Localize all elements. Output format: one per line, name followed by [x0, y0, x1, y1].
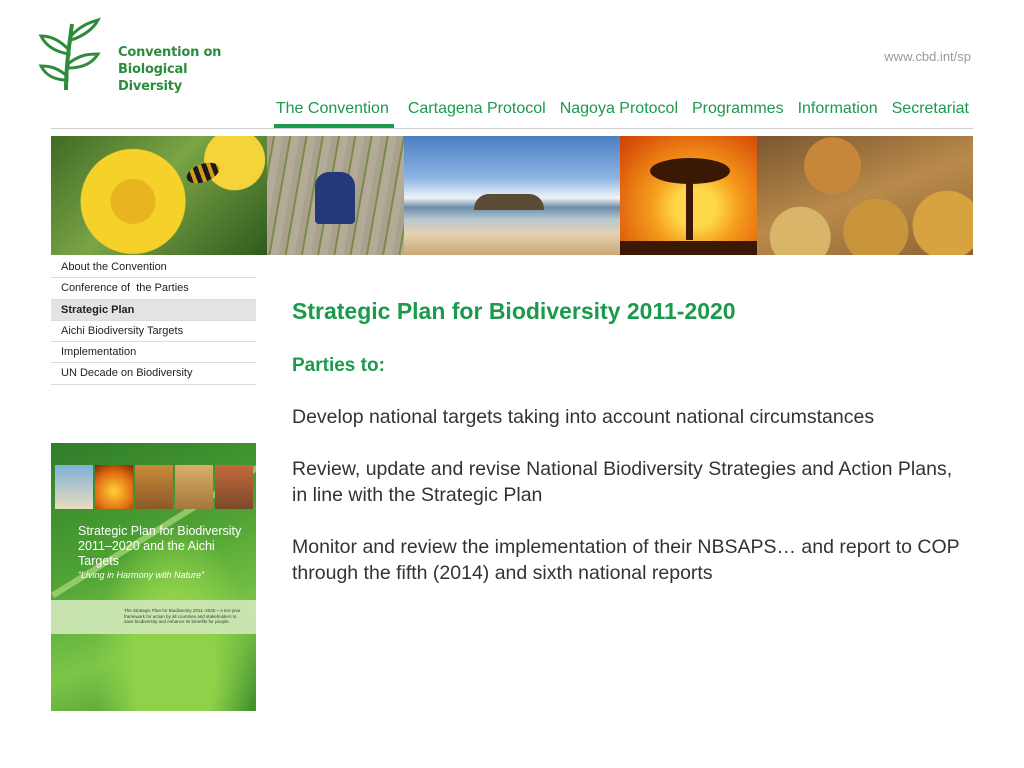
cover-photo-5: [215, 465, 253, 509]
topnav-information[interactable]: Information: [798, 99, 878, 128]
sidebar-item-aichi-biodiversity-targets[interactable]: Aichi Biodiversity Targets: [51, 321, 256, 343]
paragraph-national-targets: Develop national targets taking into acc…: [292, 406, 875, 428]
paragraph-nbsap-review: Review, update and revise National Biodi…: [292, 458, 953, 506]
main-content: Strategic Plan for Biodiversity 2011-202…: [292, 296, 972, 586]
banner-photo-coast: [404, 136, 620, 255]
cover-blurb: The Strategic Plan for Biodiversity 2011…: [124, 608, 241, 624]
cbd-logo[interactable]: Convention on Biological Diversity: [38, 14, 238, 95]
cover-blurb-band: The Strategic Plan for Biodiversity 2011…: [51, 600, 256, 634]
logo-line-2: Biological Diversity: [118, 62, 188, 94]
cover-title: Strategic Plan for Biodiversity 2011–202…: [78, 524, 242, 568]
banner-photo-acacia-sunset: [620, 136, 757, 255]
topnav-programmes[interactable]: Programmes: [692, 99, 784, 128]
tree-trunk: [686, 180, 693, 240]
farmer: [315, 172, 355, 224]
paragraph-monitor-report: Monitor and review the implementation of…: [292, 536, 960, 584]
cover-photo-2: [95, 465, 133, 509]
rock-island: [474, 194, 544, 210]
page-title: Strategic Plan for Biodiversity 2011-202…: [292, 298, 736, 324]
sidebar-item-implementation[interactable]: Implementation: [51, 342, 256, 364]
topnav-secretariat[interactable]: Secretariat: [892, 99, 969, 128]
banner-photo-farmer-field: [267, 136, 404, 255]
topnav-nagoya-protocol[interactable]: Nagoya Protocol: [560, 99, 678, 128]
sidebar-item-strategic-plan[interactable]: Strategic Plan: [51, 299, 256, 321]
cbd-leaf-logo-icon: [38, 17, 101, 91]
banner-photo-strip: [51, 136, 973, 255]
banner-photo-spice-baskets: [757, 136, 973, 255]
topnav-the-convention[interactable]: The Convention: [273, 99, 394, 128]
sidebar-item-about-the-convention[interactable]: About the Convention: [51, 257, 256, 279]
sidebar-item-conference-of-the-parties[interactable]: Conference of the Parties: [51, 278, 256, 300]
cover-photo-1: [55, 465, 93, 509]
top-navigation: The Convention Cartagena Protocol Nagoya…: [51, 99, 973, 129]
section-heading: Parties to:: [292, 355, 385, 376]
banner-photo-flower-bee: [51, 136, 267, 255]
cover-photo-strip: [55, 465, 253, 509]
logo-wordmark: Convention on Biological Diversity: [118, 44, 238, 95]
cover-subtitle: “Living in Harmony with Nature”: [78, 570, 205, 580]
ground: [620, 241, 757, 255]
site-url[interactable]: www.cbd.int/sp: [884, 49, 971, 64]
sidebar-item-un-decade-on-biodiversity[interactable]: UN Decade on Biodiversity: [51, 363, 256, 385]
topnav-cartagena-protocol[interactable]: Cartagena Protocol: [408, 99, 546, 128]
cover-photo-4: [175, 465, 213, 509]
strategic-plan-cover-image[interactable]: Strategic Plan for Biodiversity 2011–202…: [51, 443, 256, 711]
cover-photo-3: [135, 465, 173, 509]
sidebar-navigation: About the Convention Conference of the P…: [51, 257, 256, 385]
logo-line-1: Convention on: [118, 45, 222, 60]
bee: [183, 158, 223, 188]
